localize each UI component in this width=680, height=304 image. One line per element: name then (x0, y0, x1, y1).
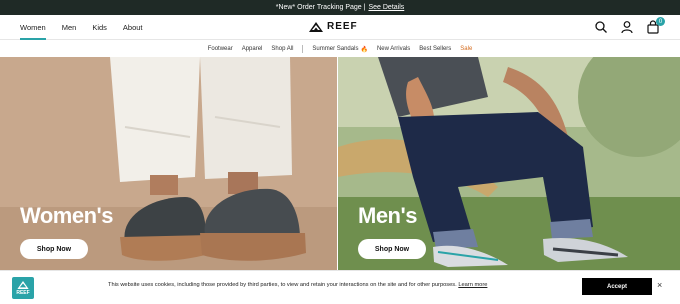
primary-nav: Women Men Kids About (20, 15, 143, 40)
header-icons: 0 (594, 17, 665, 34)
subnav-sale[interactable]: Sale (460, 46, 472, 52)
logo-text: REEF (327, 21, 358, 32)
subnav-divider (302, 45, 304, 53)
summer-sandals-label: Summer Sandals (312, 46, 359, 52)
learn-more-link[interactable]: Learn more (458, 282, 487, 288)
cookie-reef-logo: REEF (12, 277, 34, 299)
women-hero-panel[interactable]: Women's Shop Now (0, 57, 337, 270)
cookie-message-text: This website uses cookies, including tho… (108, 282, 457, 288)
fire-icon: 🔥 (360, 46, 368, 53)
cookie-message: This website uses cookies, including tho… (108, 282, 487, 288)
nav-women[interactable]: Women (20, 15, 46, 40)
men-hero-panel[interactable]: Men's Shop Now (338, 57, 680, 270)
nav-kids[interactable]: Kids (92, 15, 107, 40)
accept-cookies-button[interactable]: Accept (582, 278, 652, 295)
men-hero-title: Men's (358, 203, 417, 228)
men-shop-now-button[interactable]: Shop Now (358, 239, 426, 259)
reef-wave-icon (17, 280, 29, 289)
women-hero-title: Women's (20, 203, 114, 228)
cart-count-badge: 0 (656, 17, 665, 26)
subnav-new-arrivals[interactable]: New Arrivals (377, 46, 410, 52)
nav-about[interactable]: About (123, 15, 143, 40)
see-details-link[interactable]: See Details (368, 4, 404, 11)
subnav-summer-sandals[interactable]: Summer Sandals 🔥 (312, 46, 368, 53)
reef-wave-icon (309, 21, 323, 32)
subnav-apparel[interactable]: Apparel (242, 46, 263, 52)
announcement-text: *New* Order Tracking Page | (275, 4, 366, 11)
nav-men[interactable]: Men (62, 15, 77, 40)
main-header: Women Men Kids About REEF 0 (0, 15, 680, 40)
search-icon[interactable] (594, 20, 608, 34)
category-subnav: Footwear Apparel Shop All Summer Sandals… (0, 41, 680, 57)
reef-logo[interactable]: REEF (309, 21, 358, 32)
subnav-best-sellers[interactable]: Best Sellers (419, 46, 451, 52)
announcement-bar: *New* Order Tracking Page | See Details (0, 0, 680, 15)
cookie-banner: REEF This website uses cookies, includin… (0, 270, 680, 304)
subnav-shop-all[interactable]: Shop All (271, 46, 293, 52)
women-shop-now-button[interactable]: Shop Now (20, 239, 88, 259)
close-icon[interactable]: × (657, 280, 662, 290)
account-icon[interactable] (620, 20, 634, 34)
cart-icon[interactable]: 0 (646, 17, 665, 34)
subnav-footwear[interactable]: Footwear (208, 46, 233, 52)
cookie-logo-text: REEF (16, 289, 30, 296)
